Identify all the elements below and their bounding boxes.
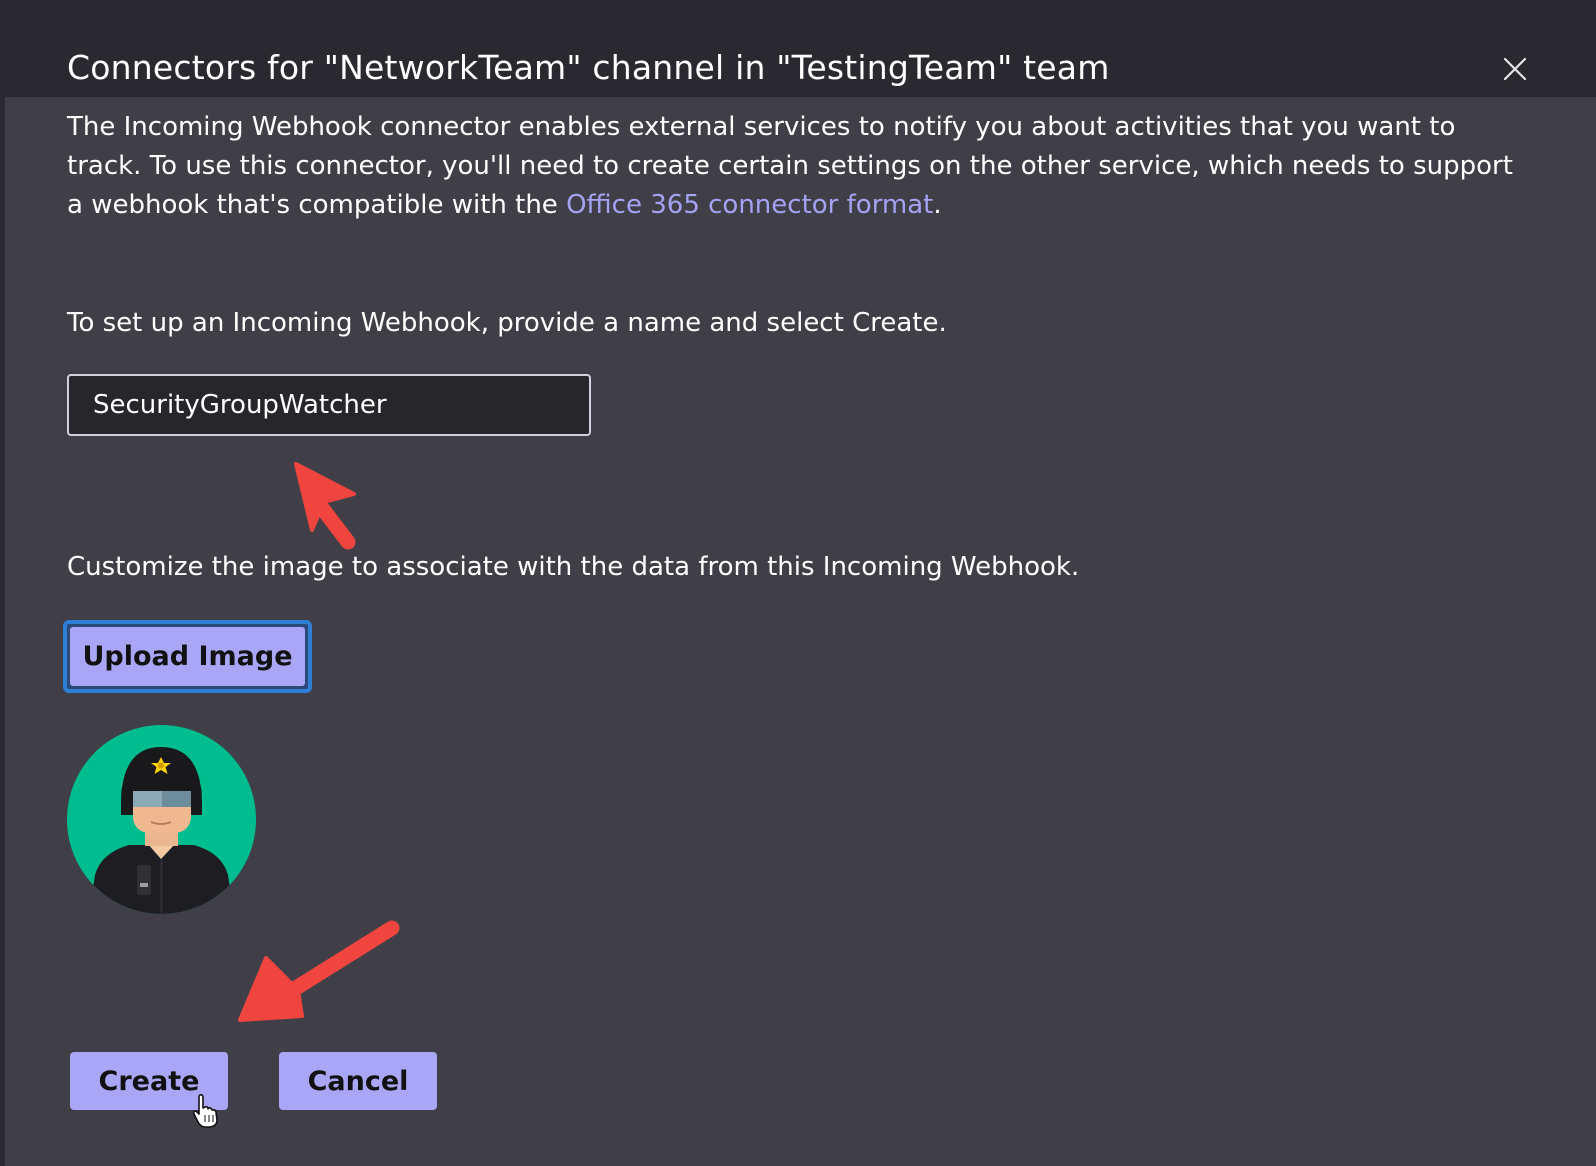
cancel-button[interactable]: Cancel	[279, 1052, 437, 1110]
upload-image-button[interactable]: Upload Image	[63, 620, 312, 693]
connector-dialog: Connectors for "NetworkTeam" channel in …	[0, 0, 1596, 1166]
upload-image-label: Upload Image	[70, 627, 305, 686]
annotation-arrow-down	[238, 920, 400, 1022]
connector-format-link[interactable]: Office 365 connector format	[566, 190, 933, 220]
intro-description: The Incoming Webhook connector enables e…	[67, 108, 1537, 225]
dialog-title: Connectors for "NetworkTeam" channel in …	[67, 48, 1110, 87]
intro-text-end: .	[933, 190, 942, 220]
webhook-name-input[interactable]	[67, 374, 591, 436]
hand-pointer-icon	[192, 1094, 218, 1128]
close-icon	[1503, 57, 1527, 81]
security-guard-avatar-icon	[67, 725, 256, 914]
dialog-left-edge	[0, 0, 5, 1166]
close-button[interactable]	[1500, 54, 1530, 84]
annotation-arrow-up	[294, 462, 356, 550]
image-instruction: Customize the image to associate with th…	[67, 552, 1080, 582]
setup-instruction: To set up an Incoming Webhook, provide a…	[67, 308, 947, 338]
